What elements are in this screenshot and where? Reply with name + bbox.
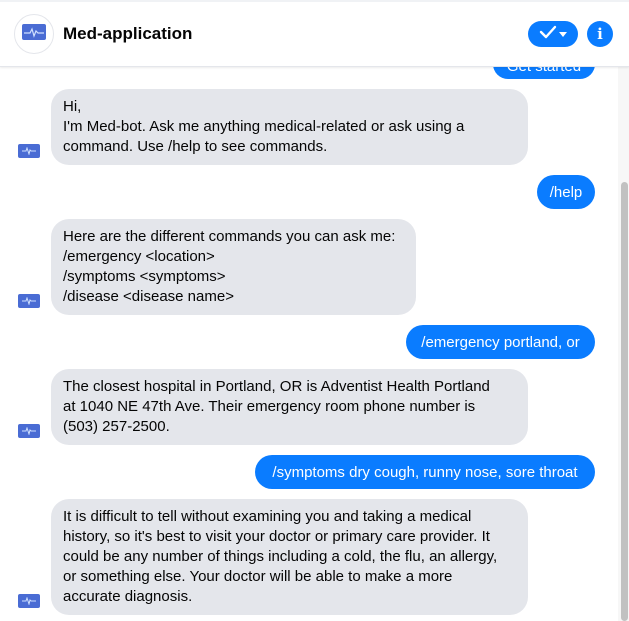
bot-avatar bbox=[18, 294, 40, 308]
bot-avatar bbox=[18, 594, 40, 608]
status-dropdown-button[interactable] bbox=[528, 21, 578, 47]
caret-down-icon bbox=[559, 25, 567, 43]
message-bot-commands: Here are the different commands you can … bbox=[51, 219, 416, 315]
message-user-get-started: Get started bbox=[493, 67, 595, 79]
info-button[interactable]: i bbox=[587, 21, 613, 47]
message-user-symptoms: /symptoms dry cough, runny nose, sore th… bbox=[255, 455, 595, 489]
top-divider bbox=[0, 0, 629, 2]
scrollbar-thumb[interactable] bbox=[621, 182, 628, 621]
message-user-emergency: /emergency portland, or bbox=[406, 325, 595, 359]
heartbeat-monitor-icon bbox=[22, 592, 36, 610]
heartbeat-monitor-icon bbox=[22, 422, 36, 440]
heartbeat-monitor-icon bbox=[22, 23, 46, 45]
message-user-help: /help bbox=[537, 175, 595, 209]
bot-avatar bbox=[18, 424, 40, 438]
message-bot-greeting: Hi, I'm Med-bot. Ask me anything medical… bbox=[51, 89, 528, 165]
bot-avatar bbox=[18, 144, 40, 158]
app-title: Med-application bbox=[63, 24, 193, 43]
chat-header: Med-application i bbox=[0, 0, 629, 67]
message-thread[interactable]: Get started Hi, I'm Med-bot. Ask me anyt… bbox=[0, 67, 618, 621]
info-icon: i bbox=[597, 25, 603, 43]
heartbeat-monitor-icon bbox=[22, 292, 36, 310]
heartbeat-monitor-icon bbox=[22, 142, 36, 160]
checkmark-icon bbox=[539, 25, 557, 44]
app-avatar[interactable] bbox=[14, 14, 54, 54]
message-bot-diagnosis: It is difficult to tell without examinin… bbox=[51, 499, 528, 615]
message-bot-hospital: The closest hospital in Portland, OR is … bbox=[51, 369, 528, 445]
